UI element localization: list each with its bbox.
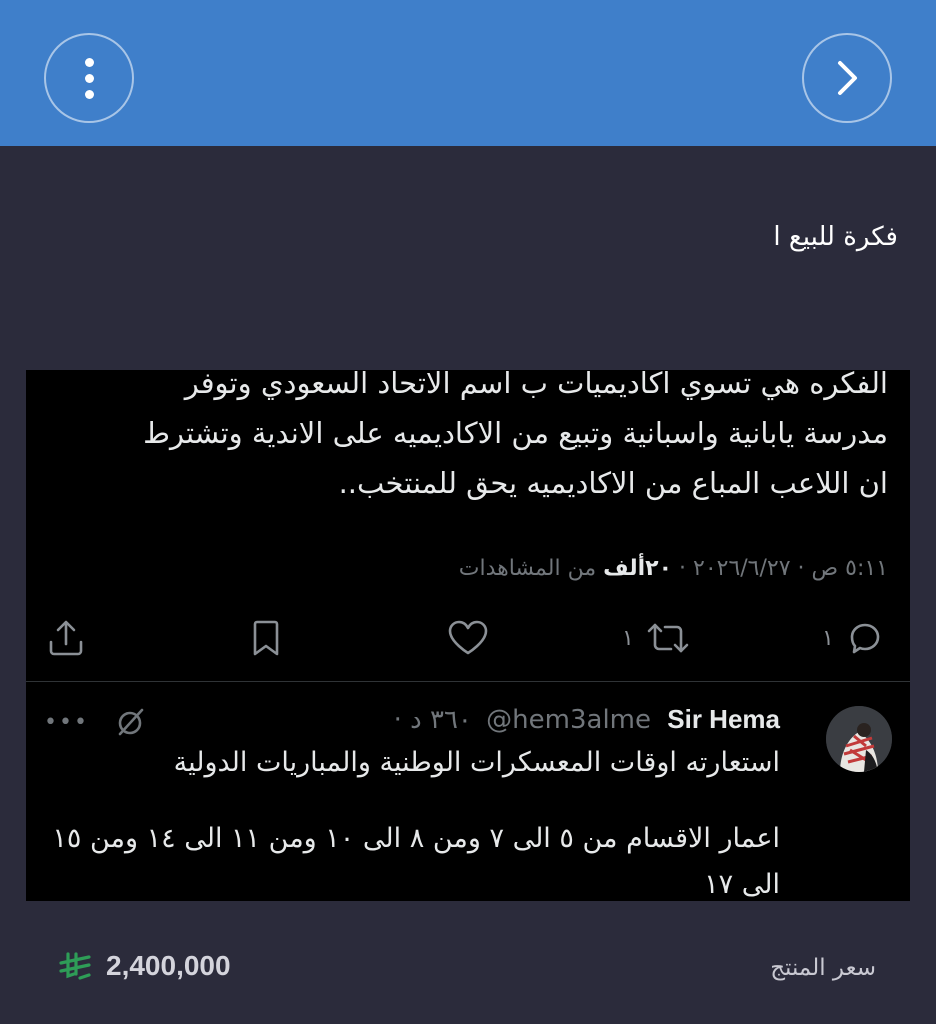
heart-icon: [448, 620, 488, 655]
reply-action[interactable]: ١: [822, 616, 884, 660]
retweet-action[interactable]: ١: [622, 616, 690, 660]
avatar[interactable]: [826, 706, 892, 772]
tweet-meta: ٥:١١ ص · ٢٠٢٦/٦/٢٧ · ٢٠ألف من المشاهدات: [459, 556, 888, 581]
tweet-views-count: ٢٠ألف: [603, 556, 672, 581]
retweet-count: ١: [622, 625, 634, 651]
price-value: 2,400,000: [106, 950, 231, 981]
reply-icon: [850, 623, 880, 654]
reply-line: استعارته اوقات المعسكرات الوطنية والمبار…: [173, 747, 780, 778]
avatar-image: [826, 706, 892, 772]
retweet-icon: [647, 623, 689, 653]
tweet-line: مدرسة يابانية واسبانية وتبيع من الاكاديم…: [143, 416, 888, 450]
share-action[interactable]: [46, 616, 86, 660]
grok-icon[interactable]: [115, 706, 147, 738]
tweet-screenshot: الفكره هي تسوي اكاديميات ب اسم الاتحاد ا…: [26, 370, 910, 901]
more-options-button[interactable]: [44, 33, 134, 123]
tweet-line: الفكره هي تسوي اكاديميات ب اسم الاتحاد ا…: [184, 370, 888, 400]
tweet-actions: ١ ١: [26, 616, 910, 660]
saudi-riyal-icon: [59, 952, 91, 980]
forward-button[interactable]: [802, 33, 892, 123]
top-bar: [0, 0, 936, 146]
tweet-timestamp: ٥:١١ ص · ٢٠٢٦/٦/٢٧ ·: [679, 556, 888, 581]
reply-header: · ٣٦٠ د @hem3alme Sir Hema: [394, 704, 780, 735]
share-icon: [49, 620, 83, 656]
more-icon[interactable]: •••: [44, 710, 89, 735]
reply-text: استعارته اوقات المعسكرات الوطنية والمبار…: [50, 740, 780, 901]
reply-icons: •••: [44, 706, 147, 738]
like-action[interactable]: [446, 616, 490, 660]
reply-handle[interactable]: @hem3alme: [486, 705, 651, 735]
bookmark-icon: [253, 620, 279, 656]
reply-time: · ٣٦٠ د: [393, 705, 472, 735]
bookmark-action[interactable]: [248, 616, 284, 660]
tweet-text: الفكره هي تسوي اكاديميات ب اسم الاتحاد ا…: [38, 370, 888, 508]
chevron-right-icon: [838, 61, 857, 95]
reply-line: اعمار الاقسام من ٥ الى ٧ ومن ٨ الى ١٠ وم…: [52, 823, 780, 900]
tweet-line: ان اللاعب المباع من الاكاديميه يحق للمنت…: [338, 466, 888, 500]
reply-author-name[interactable]: Sir Hema: [667, 704, 780, 734]
tweet-views-label: من المشاهدات: [458, 556, 597, 581]
reply-count: ١: [822, 625, 834, 651]
vertical-dots-icon: [84, 57, 94, 99]
price: 2,400,000: [58, 950, 231, 982]
divider: [26, 681, 910, 682]
product-title: فكرة للبيع ا: [773, 222, 898, 252]
price-label: سعر المنتج: [770, 955, 876, 981]
